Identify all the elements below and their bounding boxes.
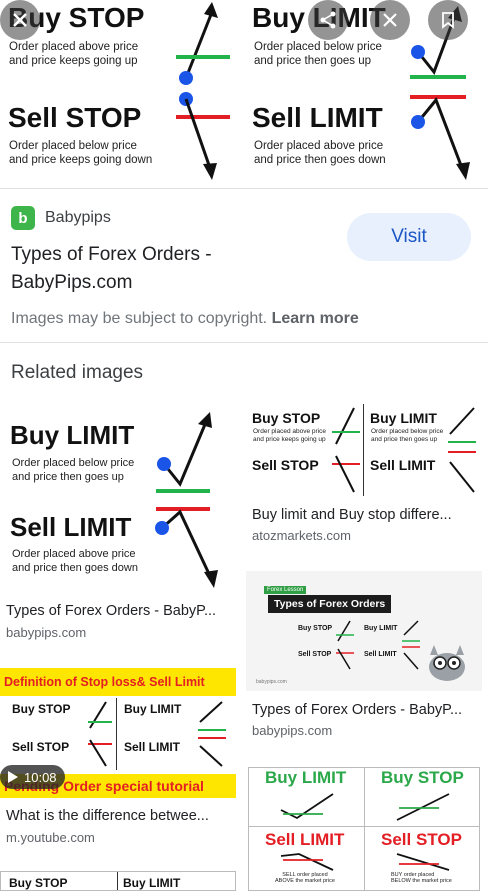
thumb-text: Order placed below price and price then g…: [12, 457, 135, 483]
thumb-text: Order placed above price and price keeps …: [253, 428, 326, 443]
page-title[interactable]: Types of Forex Orders - BabyPips.com: [11, 241, 331, 297]
play-icon: [8, 771, 18, 783]
thumb-text: Buy STOP: [9, 876, 68, 890]
thumb-text: Buy STOP: [381, 768, 464, 787]
related-domain: m.youtube.com: [6, 830, 95, 845]
related-domain: babypips.com: [252, 723, 333, 738]
more-icon: [383, 13, 397, 27]
thumb-text: Buy STOP: [252, 410, 321, 426]
related-thumbnail[interactable]: Forex Lesson Types of Forex Orders Buy S…: [246, 571, 482, 691]
source-name: Babypips: [45, 209, 111, 226]
thumb-text: Sell STOP: [381, 830, 462, 849]
divider: [0, 188, 488, 189]
thumb-arrows-graphic: [280, 853, 334, 871]
thumb-text: Buy LIMIT: [124, 702, 182, 716]
thumb-text: Sell LIMIT: [10, 512, 132, 542]
hero-sell-stop-desc: Order placed below price and price keeps …: [9, 140, 153, 166]
share-button[interactable]: [308, 0, 348, 40]
thumb-text: Buy LIMIT: [370, 410, 437, 426]
thumb-text: Buy STOP: [12, 702, 71, 716]
related-domain: atozmarkets.com: [252, 528, 351, 543]
more-button[interactable]: [370, 0, 410, 40]
video-duration-badge: 10:08: [0, 765, 65, 789]
related-domain: babypips.com: [6, 625, 87, 640]
thumb-arrows-graphic: [448, 407, 476, 493]
share-icon: [320, 11, 336, 29]
bookmark-icon: [442, 12, 454, 29]
related-thumbnail[interactable]: Buy LIMIT Buy STOP Sell LIMIT Sell STOP …: [248, 767, 480, 891]
thumb-arrows-graphic: [88, 701, 112, 767]
thumb-text: Buy LIMIT: [123, 876, 181, 890]
thumb-text: Sell LIMIT: [124, 740, 181, 754]
mascot-icon: [429, 645, 465, 681]
related-caption[interactable]: Types of Forex Orders - BabyP...: [252, 702, 478, 718]
thumb-divider: [363, 404, 364, 496]
thumb-text: Sell LIMIT: [370, 457, 436, 473]
thumb-text: BUY order placed BELOW the market price: [391, 872, 452, 884]
close-button[interactable]: [0, 0, 40, 40]
thumb-text: Buy LIMIT: [265, 768, 347, 787]
thumb-text: Buy STOP: [298, 625, 333, 632]
thumb-divider: [116, 698, 117, 770]
hero-sell-limit-title: Sell LIMIT: [252, 102, 383, 133]
hero-sell-stop-title: Sell STOP: [8, 102, 142, 133]
thumb-text: Sell STOP: [252, 457, 319, 473]
thumb-text: Sell LIMIT: [364, 651, 397, 658]
thumb-banner: Definition of Stop loss& Sell Limit: [0, 668, 236, 696]
thumb-ribbon: Forex Lesson: [264, 586, 307, 594]
hero-sell-limit-desc: Order placed above price and price then g…: [254, 140, 386, 166]
thumb-text: Order placed below price and price then g…: [371, 428, 444, 443]
hero-left-arrows-graphic: [176, 2, 230, 180]
thumb-arrows-graphic: [396, 793, 450, 821]
source-row[interactable]: b Babypips: [11, 206, 111, 230]
thumb-text: Buy LIMIT: [364, 625, 398, 632]
hero-buy-stop-desc: Order placed above price and price keeps …: [9, 41, 139, 67]
thumb-text: Buy LIMIT: [10, 420, 135, 450]
copyright-notice: Images may be subject to copyright. Lear…: [11, 310, 359, 327]
video-duration: 10:08: [24, 769, 57, 785]
related-caption[interactable]: What is the difference betwee...: [6, 808, 236, 824]
thumb-arrows-graphic: [198, 701, 226, 767]
thumb-divider: [117, 872, 118, 890]
learn-more-link[interactable]: Learn more: [272, 310, 359, 327]
related-thumbnail[interactable]: Buy STOP Buy LIMIT: [0, 871, 236, 891]
related-thumbnail[interactable]: Buy STOP Buy LIMIT Order placed above pr…: [246, 404, 482, 496]
save-button[interactable]: [428, 0, 468, 40]
thumb-arrows-graphic: [280, 793, 334, 820]
visit-button[interactable]: Visit: [347, 213, 471, 261]
thumb-text: SELL order placed ABOVE the market price: [275, 872, 335, 884]
thumb-divider: [364, 768, 365, 890]
thumb-arrows-graphic: [332, 407, 360, 493]
thumb-arrows-graphic: [396, 853, 450, 871]
related-heading: Related images: [11, 362, 144, 383]
divider: [0, 342, 488, 343]
thumb-text: Sell LIMIT: [265, 830, 345, 849]
hero-image[interactable]: Buy STOP Order placed above price and pri…: [0, 0, 488, 188]
thumb-arrows-graphic: [336, 620, 354, 670]
related-caption[interactable]: Buy limit and Buy stop differe...: [252, 507, 478, 523]
babypips-favicon: b: [11, 206, 35, 230]
hero-buy-limit-desc: Order placed below price and price then g…: [254, 41, 382, 67]
thumb-banner: Types of Forex Orders: [268, 595, 392, 613]
thumb-divider: [249, 826, 479, 827]
related-caption[interactable]: Types of Forex Orders - BabyP...: [6, 603, 236, 619]
thumb-text: babypips.com: [256, 679, 287, 685]
related-thumbnail[interactable]: Buy LIMIT Order placed below price and pr…: [0, 404, 236, 594]
close-icon: [13, 13, 27, 27]
thumb-arrows-graphic: [155, 412, 218, 588]
thumb-text: Sell STOP: [298, 651, 332, 658]
thumb-text: Order placed above price and price then g…: [12, 548, 138, 574]
thumb-arrows-graphic: [402, 620, 420, 670]
thumb-text: Sell STOP: [12, 740, 70, 754]
